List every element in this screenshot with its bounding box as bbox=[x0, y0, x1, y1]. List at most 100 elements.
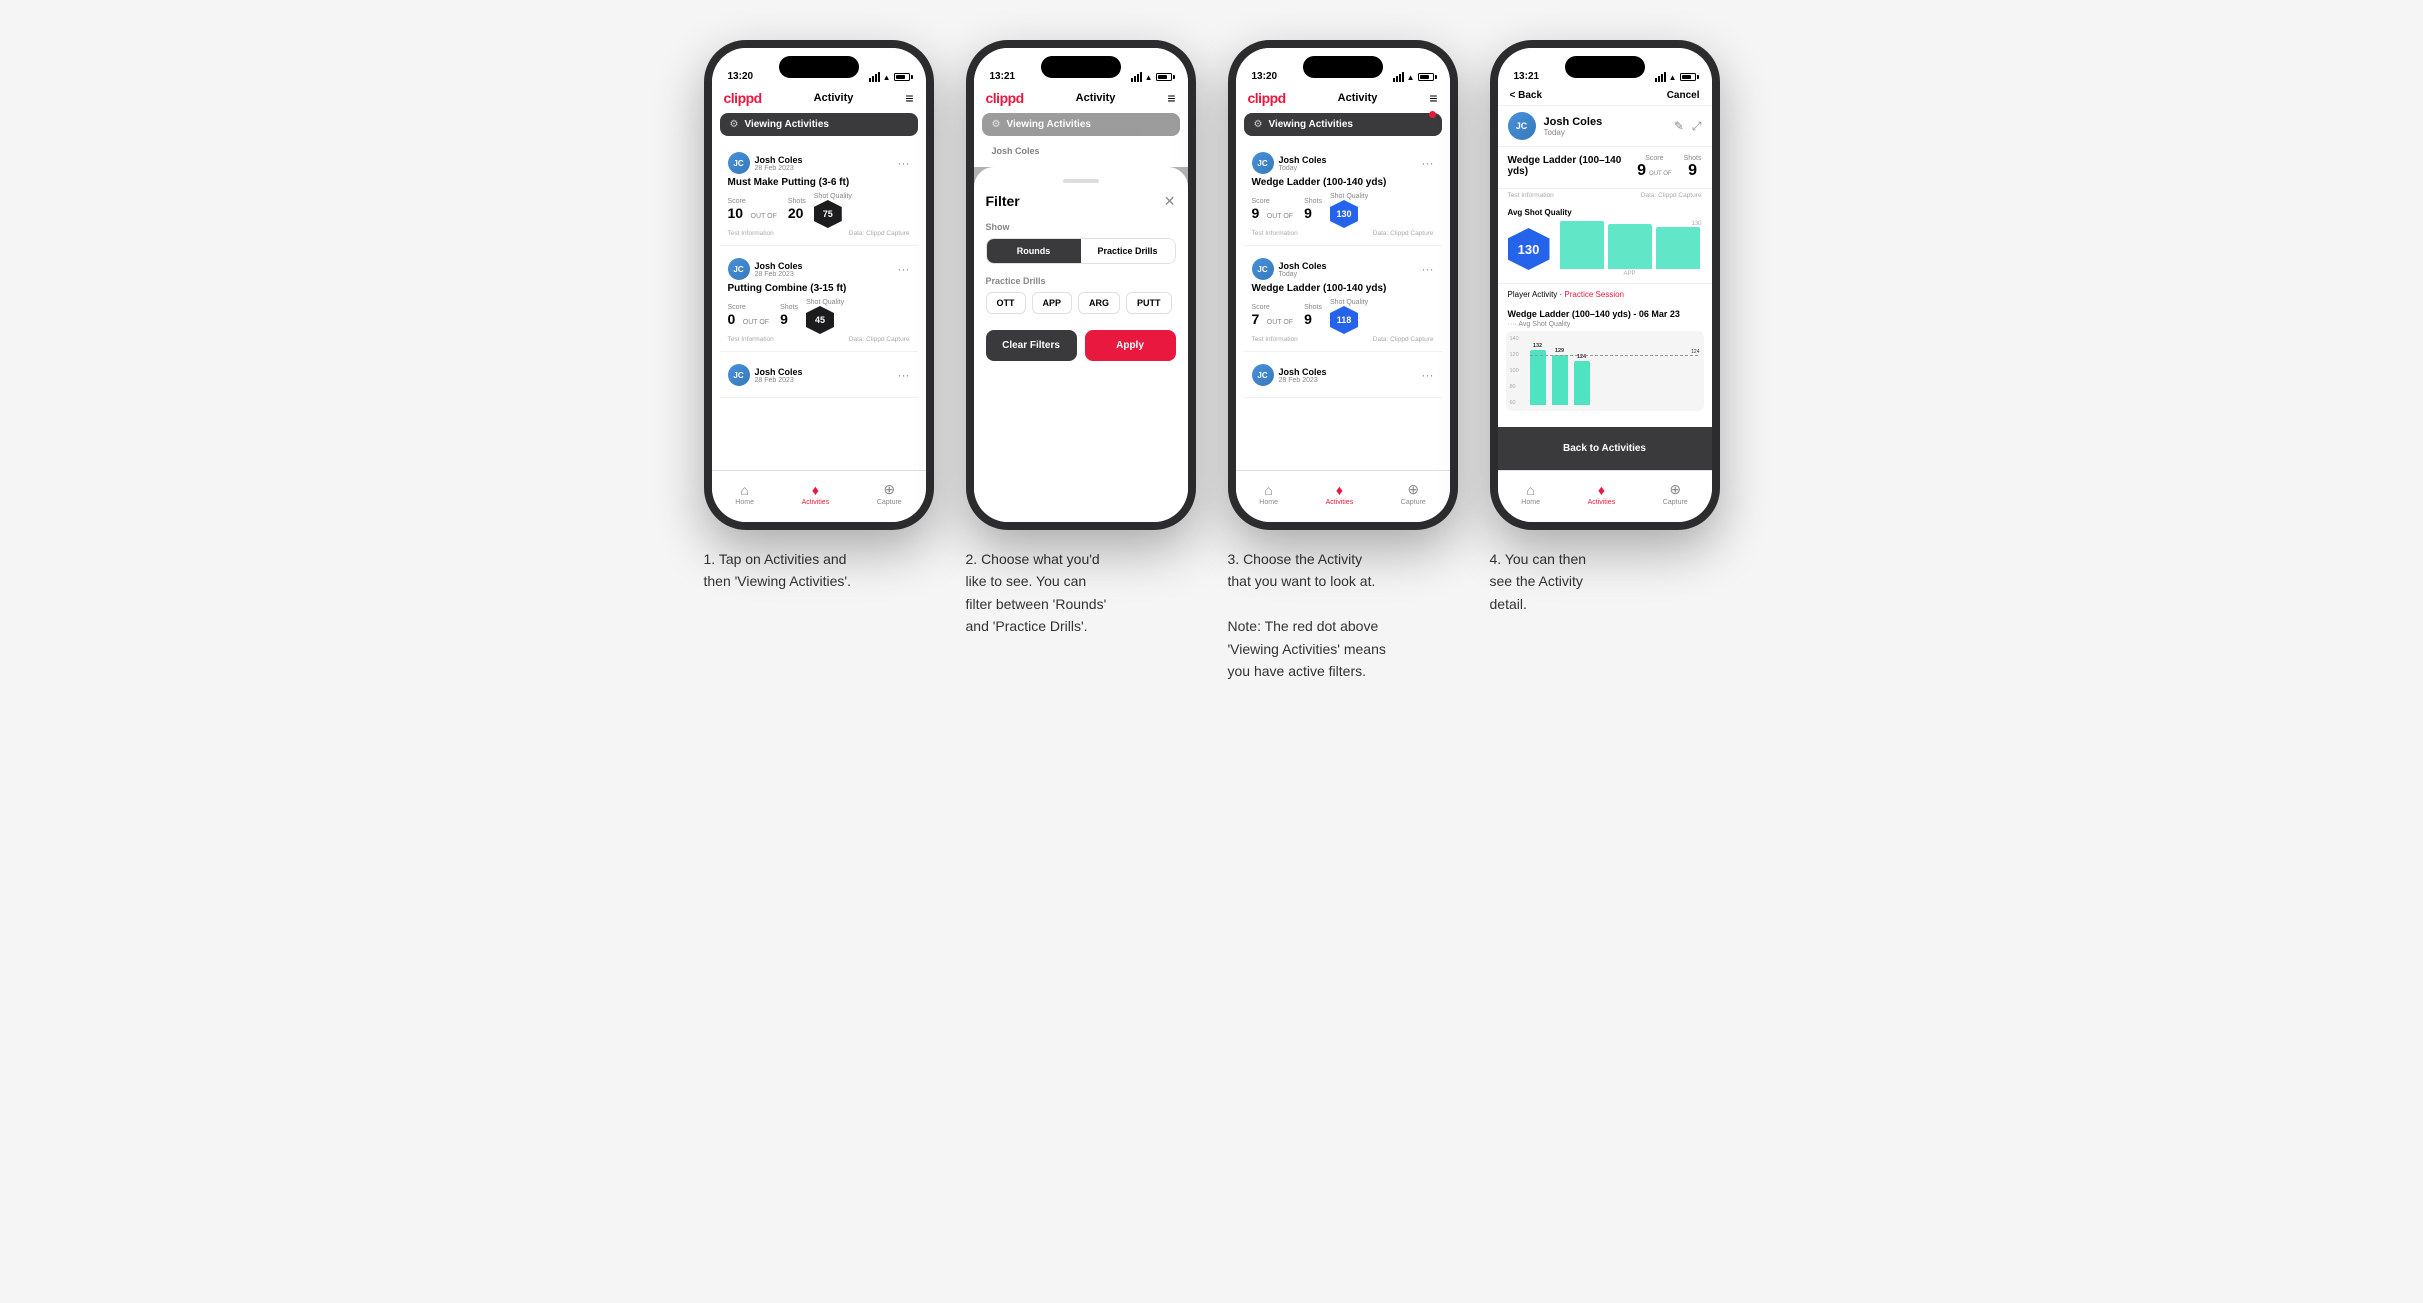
phones-row: 13:20 ▲ clippd Activity ≡ bbox=[704, 40, 1720, 682]
wifi-1: ▲ bbox=[883, 73, 891, 82]
banner-text-2: Viewing Activities bbox=[1006, 119, 1090, 130]
menu-icon-3[interactable]: ≡ bbox=[1429, 90, 1437, 106]
back-btn-4[interactable]: < Back bbox=[1510, 90, 1543, 101]
caption-3: 3. Choose the Activitythat you want to l… bbox=[1228, 548, 1458, 682]
activities-icon-3: ♦ bbox=[1336, 482, 1343, 498]
bar-chart-4 bbox=[1558, 221, 1702, 269]
tab-activities-label-1: Activities bbox=[802, 499, 830, 506]
practice-drills-btn-2[interactable]: Practice Drills bbox=[1081, 239, 1175, 263]
test-info-row-4: Test Information Data: Clippd Capture bbox=[1498, 189, 1712, 202]
viewing-banner-3[interactable]: ⚙ Viewing Activities bbox=[1244, 113, 1442, 136]
nav-bar-2: clippd Activity ≡ bbox=[974, 86, 1188, 109]
dots-1-2[interactable]: ··· bbox=[898, 262, 910, 276]
detail-activity-title-4: Wedge Ladder (100–140 yds) bbox=[1508, 155, 1638, 180]
filter-title-2: Filter bbox=[986, 193, 1020, 209]
dots-1-1[interactable]: ··· bbox=[898, 156, 910, 170]
bar-body-1-4 bbox=[1530, 350, 1546, 405]
banner-text-3: Viewing Activities bbox=[1268, 119, 1352, 130]
user-date-1-3: 28 Feb 2023 bbox=[755, 377, 803, 384]
dots-1-3[interactable]: ··· bbox=[898, 368, 910, 382]
time-1: 13:20 bbox=[728, 71, 754, 82]
bar-2-4 bbox=[1608, 224, 1652, 269]
nav-title-1: Activity bbox=[814, 92, 854, 104]
edit-icon-4[interactable]: ✎ bbox=[1674, 119, 1684, 134]
activities-icon-1: ♦ bbox=[812, 482, 819, 498]
apply-btn-2[interactable]: Apply bbox=[1085, 330, 1176, 361]
user-date-3-2: Today bbox=[1279, 271, 1327, 278]
sq-badge-3-2: 118 bbox=[1330, 306, 1358, 334]
sq-badge-1-2: 45 bbox=[806, 306, 834, 334]
detail-shots-4: 9 bbox=[1684, 162, 1702, 180]
home-icon-3: ⌂ bbox=[1264, 482, 1272, 498]
practice-label-4: Player Activity · Practice Session bbox=[1498, 284, 1712, 305]
nav-bar-1: clippd Activity ≡ bbox=[712, 86, 926, 109]
wifi-2: ▲ bbox=[1145, 73, 1153, 82]
tab-activities-4[interactable]: ♦ Activities bbox=[1588, 482, 1616, 506]
filter-close-2[interactable]: ✕ bbox=[1164, 193, 1176, 210]
rounds-btn-2[interactable]: Rounds bbox=[987, 239, 1081, 263]
drill-putt-2[interactable]: PUTT bbox=[1126, 292, 1172, 314]
chart-bars-area-4: 132 129 124 124 bbox=[1530, 337, 1698, 405]
drill-arg-2[interactable]: ARG bbox=[1078, 292, 1120, 314]
viewing-banner-1[interactable]: ⚙ Viewing Activities bbox=[720, 113, 918, 136]
capture-icon-4: ⊕ bbox=[1669, 481, 1681, 498]
menu-icon-2[interactable]: ≡ bbox=[1167, 90, 1175, 106]
chart-bar-col-3-4: 124 bbox=[1574, 354, 1590, 405]
drill-ott-2[interactable]: OTT bbox=[986, 292, 1026, 314]
clear-filters-btn-2[interactable]: Clear Filters bbox=[986, 330, 1077, 361]
phone-2: 13:21 ▲ clippd Activity ≡ bbox=[966, 40, 1196, 530]
nav-title-3: Activity bbox=[1338, 92, 1378, 104]
menu-icon-1[interactable]: ≡ bbox=[905, 90, 913, 106]
cancel-btn-4[interactable]: Cancel bbox=[1667, 90, 1700, 101]
avg-label-4: Avg Shot Quality bbox=[1508, 208, 1702, 217]
tab-home-3[interactable]: ⌂ Home bbox=[1259, 482, 1278, 506]
avg-shot-quality-section-4: Avg Shot Quality 130 130 bbox=[1498, 202, 1712, 284]
tab-bar-4: ⌂ Home ♦ Activities ⊕ Capture bbox=[1498, 470, 1712, 522]
activity-card-1-2[interactable]: JC Josh Coles 28 Feb 2023 ··· Putting Co… bbox=[720, 250, 918, 352]
activity-card-1-3[interactable]: JC Josh Coles 28 Feb 2023 ··· bbox=[720, 356, 918, 398]
tab-home-1[interactable]: ⌂ Home bbox=[735, 482, 754, 506]
tab-home-4[interactable]: ⌂ Home bbox=[1521, 482, 1540, 506]
banner-text-1: Viewing Activities bbox=[744, 119, 828, 130]
battery-1 bbox=[894, 73, 910, 81]
detail-score-4: 9 bbox=[1637, 162, 1646, 180]
expand-icon-4[interactable]: ⤢ bbox=[1692, 119, 1702, 134]
tab-capture-3[interactable]: ⊕ Capture bbox=[1401, 481, 1426, 506]
avatar-3-3: JC bbox=[1252, 364, 1274, 386]
signal-4 bbox=[1655, 72, 1666, 82]
red-dot-3 bbox=[1429, 111, 1436, 118]
avatar-4: JC bbox=[1508, 112, 1536, 140]
user-name-3-2: Josh Coles bbox=[1279, 261, 1327, 271]
activity-name-3-2: Wedge Ladder (100-140 yds) bbox=[1252, 283, 1434, 294]
phone-1: 13:20 ▲ clippd Activity ≡ bbox=[704, 40, 934, 530]
tab-activities-1[interactable]: ♦ Activities bbox=[802, 482, 830, 506]
filter-overlay-2: Filter ✕ Show Rounds Practice Drills Pra… bbox=[974, 167, 1188, 523]
drill-app-2[interactable]: APP bbox=[1032, 292, 1073, 314]
battery-4 bbox=[1680, 73, 1696, 81]
activity-card-3-1[interactable]: JC Josh Coles Today ··· Wedge Ladder (10… bbox=[1244, 144, 1442, 246]
time-2: 13:21 bbox=[990, 71, 1016, 82]
user-name-1-1: Josh Coles bbox=[755, 155, 803, 165]
settings-icon-2: ⚙ bbox=[992, 119, 1001, 130]
tab-activities-3[interactable]: ♦ Activities bbox=[1326, 482, 1354, 506]
logo-3: clippd bbox=[1248, 90, 1286, 106]
activity-card-3-3[interactable]: JC Josh Coles 28 Feb 2023 ··· bbox=[1244, 356, 1442, 398]
back-to-activities-btn-4[interactable]: Back to Activities bbox=[1510, 435, 1700, 462]
activity-card-3-2[interactable]: JC Josh Coles Today ··· Wedge Ladder (10… bbox=[1244, 250, 1442, 352]
phone-3-column: 13:20 ▲ clippd Activity ≡ bbox=[1228, 40, 1458, 682]
dots-3-1[interactable]: ··· bbox=[1422, 156, 1434, 170]
capture-icon-1: ⊕ bbox=[883, 481, 895, 498]
user-date-3-3: 28 Feb 2023 bbox=[1279, 377, 1327, 384]
nav-title-2: Activity bbox=[1076, 92, 1116, 104]
tab-capture-4[interactable]: ⊕ Capture bbox=[1663, 481, 1688, 506]
dots-3-2[interactable]: ··· bbox=[1422, 262, 1434, 276]
phone-2-screen: 13:21 ▲ clippd Activity ≡ bbox=[974, 48, 1188, 522]
dots-3-3[interactable]: ··· bbox=[1422, 368, 1434, 382]
phone-3-screen: 13:20 ▲ clippd Activity ≡ bbox=[1236, 48, 1450, 522]
avatar-1-2: JC bbox=[728, 258, 750, 280]
wedge-subtitle-4: ···· Avg Shot Quality bbox=[1498, 321, 1712, 331]
activity-card-1-1[interactable]: JC Josh Coles 28 Feb 2023 ··· Must Make … bbox=[720, 144, 918, 246]
tab-capture-1[interactable]: ⊕ Capture bbox=[877, 481, 902, 506]
screen-content-3: JC Josh Coles Today ··· Wedge Ladder (10… bbox=[1236, 140, 1450, 472]
detail-user-date-4: Today bbox=[1544, 128, 1603, 137]
